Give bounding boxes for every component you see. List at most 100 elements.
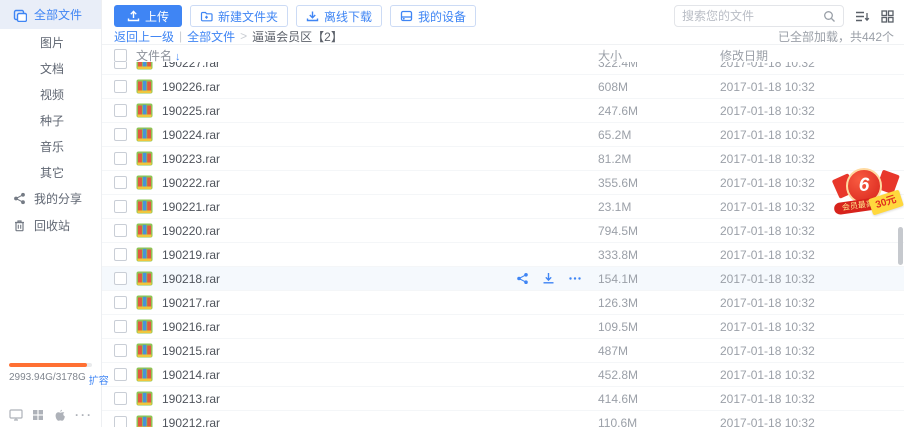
sidebar-item-others[interactable]: 其它 [0,159,101,185]
file-name[interactable]: 190227.rar [162,62,492,70]
row-checkbox[interactable] [114,104,127,117]
offline-download-button[interactable]: 离线下载 [296,5,383,27]
row-checkbox[interactable] [114,272,127,285]
my-devices-button-label: 我的设备 [418,9,467,24]
row-checkbox[interactable] [114,80,127,93]
file-row[interactable]: 190218.rar 154.1M 2017-01-18 10:32 [102,267,904,291]
sort-desc-icon[interactable]: ↓ [175,51,181,63]
file-row[interactable]: 190225.rar 247.6M 2017-01-18 10:32 [102,99,904,123]
file-name[interactable]: 190224.rar [162,128,492,142]
row-checkbox[interactable] [114,62,127,69]
file-name[interactable]: 190220.rar [162,224,492,238]
file-size: 109.5M [598,319,639,334]
file-size: 452.8M [598,367,639,382]
sidebar-item-label: 我的分享 [34,192,83,206]
file-row[interactable]: 190219.rar 333.8M 2017-01-18 10:32 [102,243,904,267]
rar-file-icon [136,319,153,334]
sidebar-item-recycle-bin[interactable]: 回收站 [0,212,101,239]
row-checkbox[interactable] [114,248,127,261]
sidebar-item-all-files[interactable]: 全部文件 [0,0,101,29]
search-input[interactable] [682,9,823,23]
column-header-size[interactable]: 大小 [598,47,720,64]
row-checkbox[interactable] [114,344,127,357]
row-checkbox[interactable] [114,392,127,405]
download-file-icon[interactable] [542,272,555,285]
grid-view-icon[interactable] [881,9,894,23]
sort-list-icon[interactable] [855,10,870,23]
file-row[interactable]: 190217.rar 126.3M 2017-01-18 10:32 [102,291,904,315]
search-icon[interactable] [823,10,836,23]
file-name[interactable]: 190212.rar [162,416,492,427]
file-row[interactable]: 190226.rar 608M 2017-01-18 10:32 [102,75,904,99]
row-checkbox[interactable] [114,368,127,381]
column-header-modified[interactable]: 修改日期 [720,47,904,64]
file-row[interactable]: 190221.rar 23.1M 2017-01-18 10:32 [102,195,904,219]
file-row[interactable]: 190214.rar 452.8M 2017-01-18 10:32 [102,363,904,387]
storage-bar [9,363,92,367]
windows-client-icon[interactable] [32,409,44,421]
row-checkbox[interactable] [114,200,127,213]
file-name[interactable]: 190221.rar [162,200,492,214]
breadcrumb: 返回上一级 | 全部文件 > 逼逼会员区【2】 已全部加载，共442个 [102,28,904,45]
file-modified: 2017-01-18 10:32 [720,62,815,70]
file-list: 190226.rar 608M 2017-01-18 10:32 190225.… [102,75,904,427]
file-name[interactable]: 190218.rar [162,272,492,286]
row-checkbox[interactable] [114,152,127,165]
file-name[interactable]: 190214.rar [162,368,492,382]
vertical-scrollbar-thumb[interactable] [898,227,903,265]
row-checkbox[interactable] [114,128,127,141]
file-row-partial[interactable]: 190227.rar 322.4M 2017-01-18 10:32 [102,62,904,75]
row-checkbox[interactable] [114,224,127,237]
sidebar-item-videos[interactable]: 视频 [0,81,101,107]
select-all-checkbox[interactable] [114,48,127,62]
new-folder-icon [200,11,213,22]
new-folder-button[interactable]: 新建文件夹 [190,5,289,27]
file-name[interactable]: 190216.rar [162,320,492,334]
desktop-client-icon[interactable] [9,409,23,421]
file-name[interactable]: 190219.rar [162,248,492,262]
share-file-icon[interactable] [516,272,529,285]
more-actions-icon[interactable] [568,272,582,285]
file-name[interactable]: 190217.rar [162,296,492,310]
file-row[interactable]: 190224.rar 65.2M 2017-01-18 10:32 [102,123,904,147]
row-checkbox[interactable] [114,416,127,427]
sidebar-item-my-shares[interactable]: 我的分享 [0,185,101,212]
my-devices-button[interactable]: 我的设备 [390,5,477,27]
file-size: 23.1M [598,199,632,214]
more-clients-icon[interactable]: ··· [75,408,93,422]
file-row[interactable]: 190215.rar 487M 2017-01-18 10:32 [102,339,904,363]
breadcrumb-root-link[interactable]: 全部文件 [187,28,235,45]
row-checkbox[interactable] [114,320,127,333]
file-name[interactable]: 190222.rar [162,176,492,190]
breadcrumb-back-link[interactable]: 返回上一级 [114,28,174,45]
file-row[interactable]: 190222.rar 355.6M 2017-01-18 10:32 [102,171,904,195]
upload-icon [127,10,140,22]
file-modified: 2017-01-18 10:32 [720,103,815,118]
apple-client-icon[interactable] [54,409,66,422]
file-size: 794.5M [598,223,639,238]
file-name[interactable]: 190223.rar [162,152,492,166]
file-name[interactable]: 190213.rar [162,392,492,406]
row-checkbox[interactable] [114,296,127,309]
upload-button[interactable]: 上传 [114,5,183,27]
file-name[interactable]: 190225.rar [162,104,492,118]
file-row[interactable]: 190223.rar 81.2M 2017-01-18 10:32 [102,147,904,171]
file-modified: 2017-01-18 10:32 [720,79,815,94]
column-header-name[interactable]: 文件名 ↓ [136,47,492,64]
file-name[interactable]: 190226.rar [162,80,492,94]
file-row[interactable]: 190220.rar 794.5M 2017-01-18 10:32 [102,219,904,243]
file-row[interactable]: 190212.rar 110.6M 2017-01-18 10:32 [102,411,904,427]
rar-file-icon [136,415,153,427]
rar-file-icon [136,223,153,238]
file-name[interactable]: 190215.rar [162,344,492,358]
sidebar-item-pictures[interactable]: 图片 [0,29,101,55]
sidebar-item-music[interactable]: 音乐 [0,133,101,159]
sidebar-item-documents[interactable]: 文档 [0,55,101,81]
sidebar-item-label: 音乐 [40,139,65,154]
offline-download-button-label: 离线下载 [324,9,373,24]
sidebar-item-torrents[interactable]: 种子 [0,107,101,133]
row-checkbox[interactable] [114,176,127,189]
promo-badge[interactable]: 6 会员最高 30元 [831,168,904,226]
file-row[interactable]: 190216.rar 109.5M 2017-01-18 10:32 [102,315,904,339]
file-row[interactable]: 190213.rar 414.6M 2017-01-18 10:32 [102,387,904,411]
